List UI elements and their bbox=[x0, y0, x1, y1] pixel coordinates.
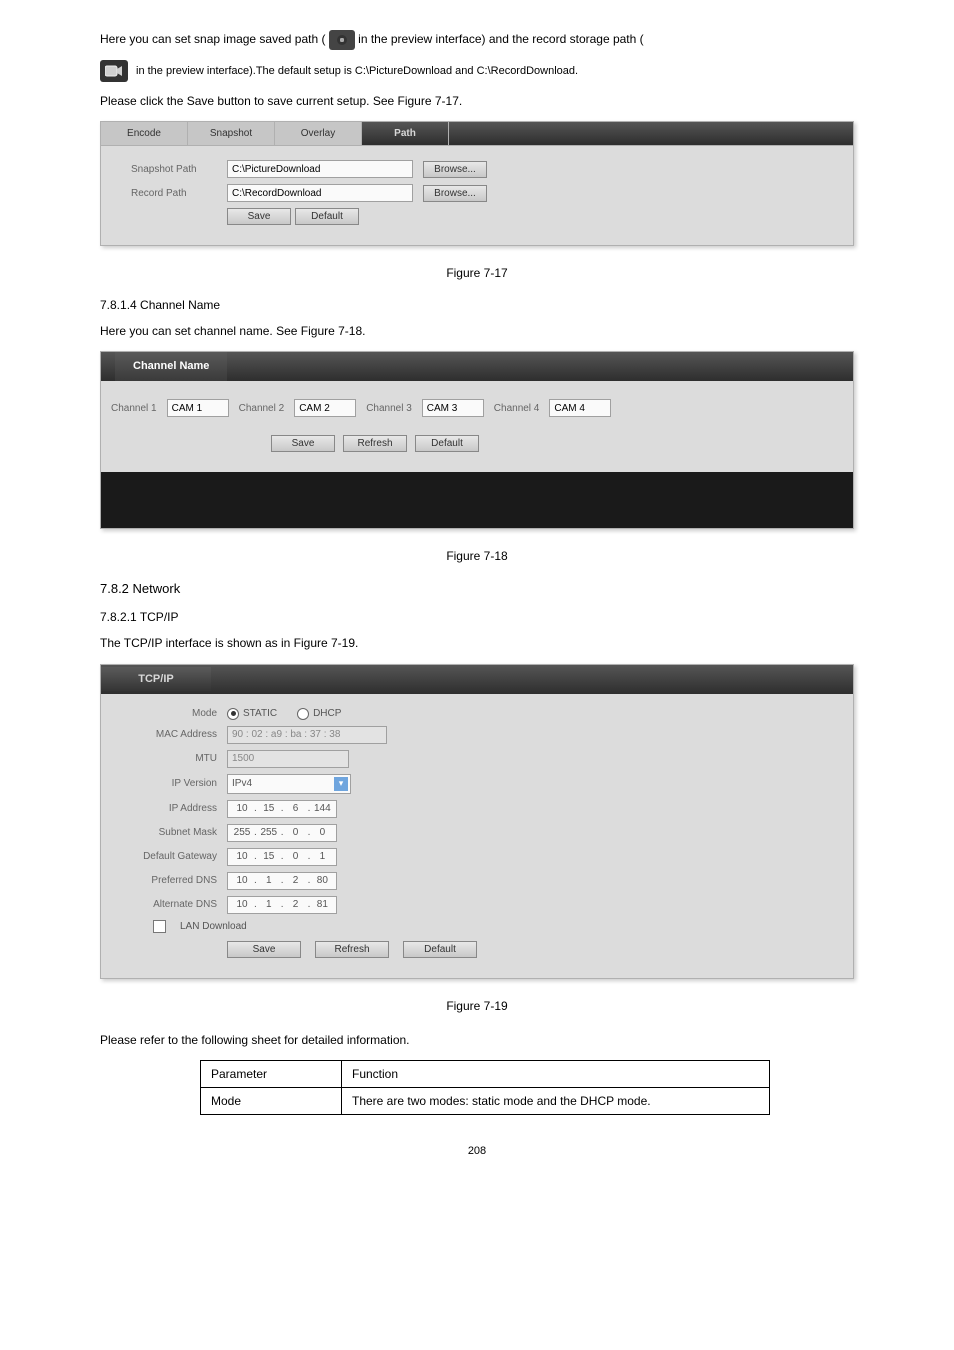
save-button[interactable]: Save bbox=[271, 435, 335, 452]
tcpip-panel: TCP/IP Mode STATIC DHCP MAC Address MTU … bbox=[100, 664, 854, 979]
tab-snapshot[interactable]: Snapshot bbox=[188, 122, 275, 145]
th-function: Function bbox=[342, 1060, 770, 1087]
radio-dhcp[interactable]: DHCP bbox=[297, 708, 341, 720]
label-mac: MAC Address bbox=[131, 729, 217, 740]
label-mtu: MTU bbox=[131, 753, 217, 764]
ipaddress-input[interactable]: 10.15.6.144 bbox=[227, 800, 337, 818]
label-ch3: Channel 3 bbox=[366, 403, 412, 414]
tab-overlay[interactable]: Overlay bbox=[275, 122, 362, 145]
preferred-dns-input[interactable]: 10.1.2.80 bbox=[227, 872, 337, 890]
tcpip-title: 7.8.2.1 TCP/IP bbox=[100, 610, 854, 624]
mac-input bbox=[227, 726, 387, 744]
tcpip-intro: The TCP/IP interface is shown as in Figu… bbox=[100, 634, 854, 653]
label-ch1: Channel 1 bbox=[111, 403, 157, 414]
label-ipver: IP Version bbox=[131, 778, 217, 789]
record-icon-row: in the preview interface).The default se… bbox=[100, 60, 854, 82]
preview-record-icon bbox=[100, 60, 128, 82]
channel-title: 7.8.1.4 Channel Name bbox=[100, 298, 854, 312]
alternate-dns-input[interactable]: 10.1.2.81 bbox=[227, 896, 337, 914]
ipversion-select[interactable]: IPv4 ▾ bbox=[227, 774, 351, 794]
tab-tcpip[interactable]: TCP/IP bbox=[101, 667, 211, 691]
refresh-button[interactable]: Refresh bbox=[343, 435, 407, 452]
channel-intro: Here you can set channel name. See Figur… bbox=[100, 322, 854, 341]
label-lan-download: LAN Download bbox=[180, 921, 247, 932]
tab-path[interactable]: Path bbox=[362, 122, 449, 145]
chevron-down-icon: ▾ bbox=[334, 777, 348, 791]
input-ch1[interactable] bbox=[167, 399, 229, 417]
radio-static[interactable]: STATIC bbox=[227, 708, 277, 720]
input-ch2[interactable] bbox=[294, 399, 356, 417]
figcap-7-18: Figure 7-18 bbox=[100, 549, 854, 563]
page-number: 208 bbox=[100, 1145, 854, 1157]
label-subnet: Subnet Mask bbox=[131, 827, 217, 838]
label-ipaddr: IP Address bbox=[131, 803, 217, 814]
tab-encode[interactable]: Encode bbox=[101, 122, 188, 145]
th-parameter: Parameter bbox=[201, 1060, 342, 1087]
lan-download-checkbox[interactable] bbox=[153, 920, 166, 933]
label-pdns: Preferred DNS bbox=[131, 875, 217, 886]
label-gateway: Default Gateway bbox=[131, 851, 217, 862]
channel-panel: Channel Name Channel 1 Channel 2 Channel… bbox=[100, 351, 854, 529]
subnet-input[interactable]: 255.255.0.0 bbox=[227, 824, 337, 842]
label-snapshot-path: Snapshot Path bbox=[131, 164, 217, 175]
snapshot-path-input[interactable] bbox=[227, 160, 413, 178]
refresh-button[interactable]: Refresh bbox=[315, 941, 389, 958]
figcap-7-19: Figure 7-19 bbox=[100, 999, 854, 1013]
param-table: Parameter Function Mode There are two mo… bbox=[200, 1060, 770, 1115]
input-ch4[interactable] bbox=[549, 399, 611, 417]
path-panel: Encode Snapshot Overlay Path Snapshot Pa… bbox=[100, 121, 854, 246]
path-figure-line: Please click the Save button to save cur… bbox=[100, 92, 854, 111]
tab-channel-name[interactable]: Channel Name bbox=[115, 352, 227, 381]
table-lead: Please refer to the following sheet for … bbox=[100, 1031, 854, 1050]
default-button[interactable]: Default bbox=[403, 941, 477, 958]
figcap-7-17: Figure 7-17 bbox=[100, 266, 854, 280]
preview-snap-icon bbox=[329, 30, 355, 50]
browse-snapshot-button[interactable]: Browse... bbox=[423, 161, 487, 178]
network-title: 7.8.2 Network bbox=[100, 581, 854, 596]
save-button[interactable]: Save bbox=[227, 941, 301, 958]
mtu-input bbox=[227, 750, 349, 768]
label-ch2: Channel 2 bbox=[239, 403, 285, 414]
default-button[interactable]: Default bbox=[295, 208, 359, 225]
label-adns: Alternate DNS bbox=[131, 899, 217, 910]
gateway-input[interactable]: 10.15.0.1 bbox=[227, 848, 337, 866]
default-button[interactable]: Default bbox=[415, 435, 479, 452]
browse-record-button[interactable]: Browse... bbox=[423, 185, 487, 202]
save-button[interactable]: Save bbox=[227, 208, 291, 225]
path-intro: Here you can set snap image saved path (… bbox=[100, 30, 854, 50]
label-mode: Mode bbox=[131, 708, 217, 719]
label-record-path: Record Path bbox=[131, 188, 217, 199]
input-ch3[interactable] bbox=[422, 399, 484, 417]
label-ch4: Channel 4 bbox=[494, 403, 540, 414]
record-path-input[interactable] bbox=[227, 184, 413, 202]
table-row: Mode There are two modes: static mode an… bbox=[201, 1087, 770, 1114]
